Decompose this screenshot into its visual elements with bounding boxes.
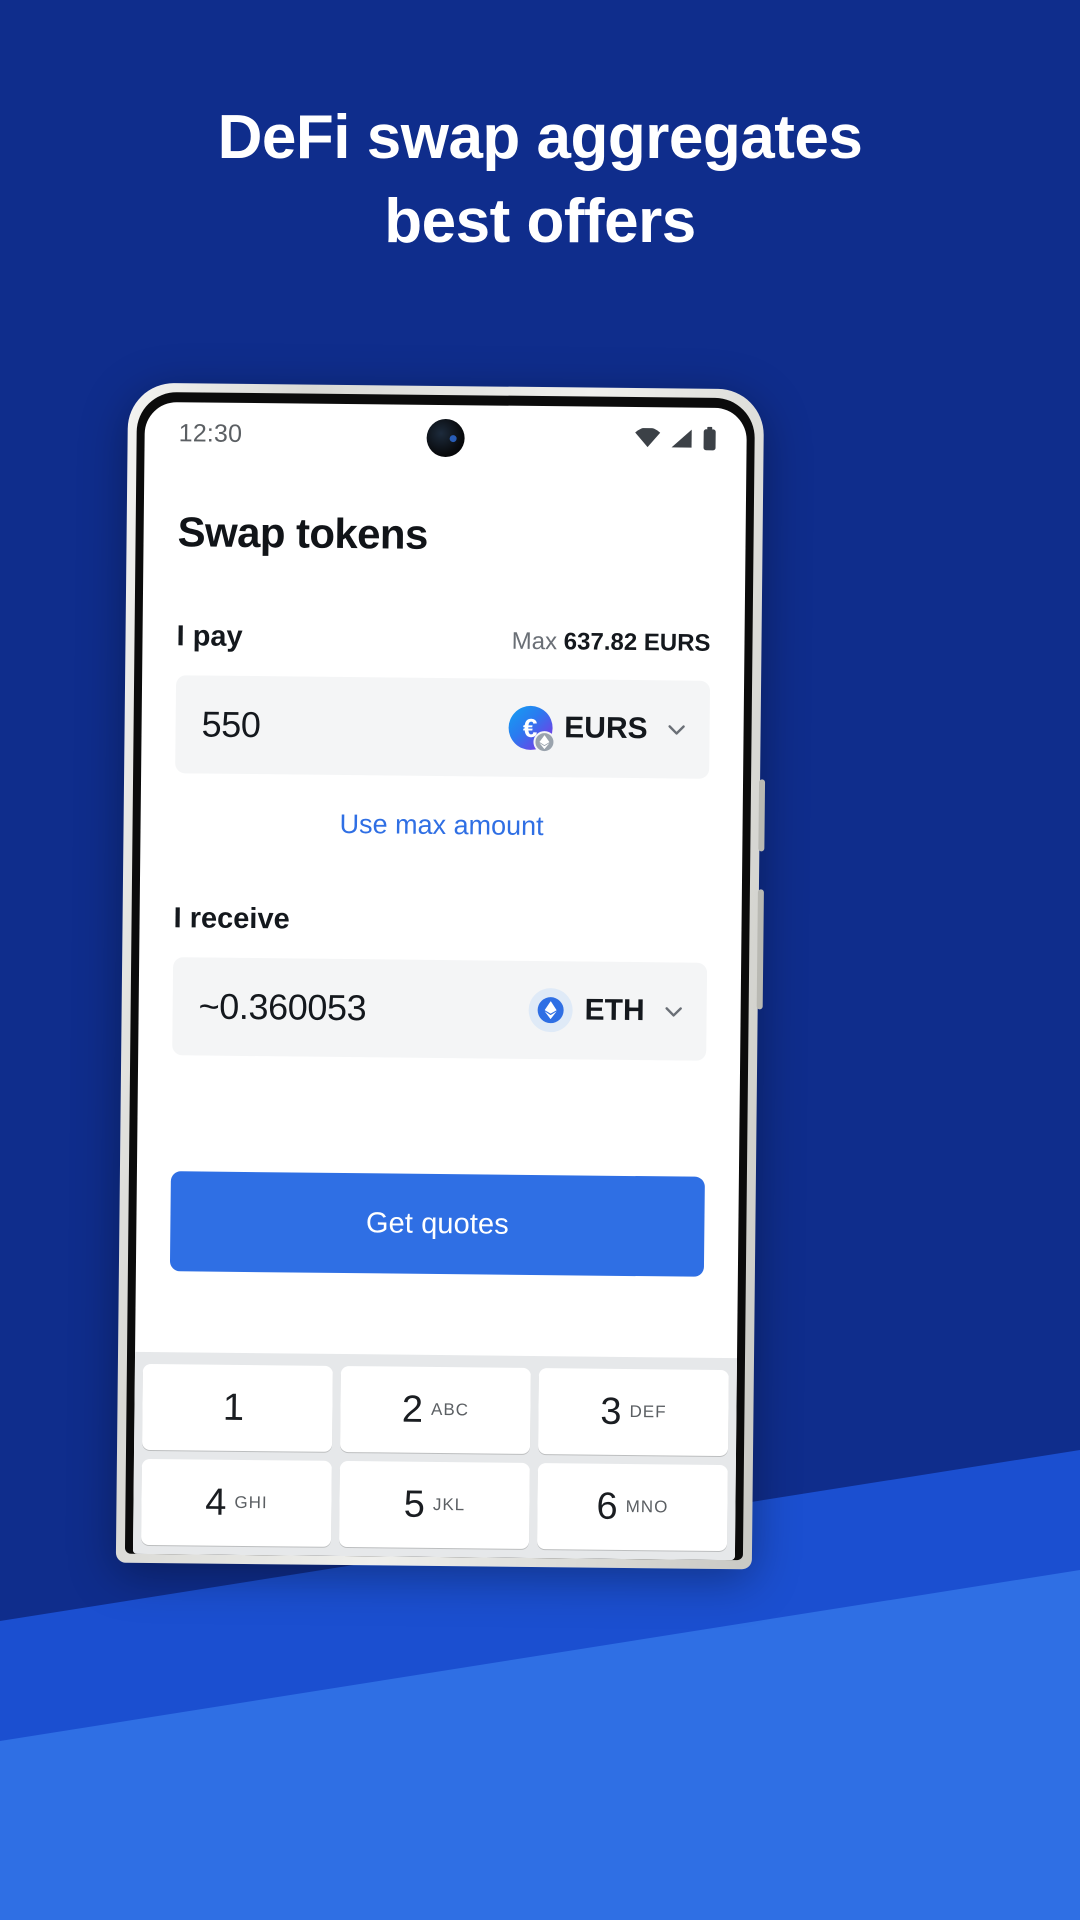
- key-letters: JKL: [432, 1494, 466, 1515]
- key-letters: MNO: [625, 1496, 669, 1517]
- key-number: 4: [205, 1481, 227, 1524]
- phone-side-button-power: [756, 889, 764, 1010]
- eth-coin-icon: [528, 987, 573, 1033]
- max-prefix: Max: [511, 627, 558, 656]
- headline-line-1: DeFi swap aggregates: [217, 103, 863, 172]
- use-max-amount-link[interactable]: Use max amount: [174, 807, 708, 844]
- phone-side-button-volume: [758, 779, 766, 852]
- key-number: 1: [222, 1386, 245, 1429]
- pay-section-header: I pay Max 637.82 EURS: [176, 620, 710, 659]
- key-letters: ABC: [430, 1399, 470, 1420]
- ethereum-diamond-icon: [537, 997, 564, 1024]
- key-number: 2: [401, 1388, 424, 1431]
- receive-input-row[interactable]: ~0.360053 ETH: [172, 957, 708, 1061]
- key-1[interactable]: 1: [142, 1363, 333, 1452]
- key-4[interactable]: 4 GHI: [141, 1458, 332, 1547]
- key-6[interactable]: 6 MNO: [537, 1463, 728, 1552]
- pay-amount-input[interactable]: 550: [201, 703, 260, 746]
- get-quotes-button[interactable]: Get quotes: [169, 1171, 705, 1277]
- status-icons: [635, 426, 717, 451]
- key-letters: GHI: [234, 1492, 268, 1513]
- front-camera-icon: [426, 418, 465, 458]
- keyboard-row: 4 GHI 5 JKL 6 MNO: [141, 1458, 728, 1552]
- headline-line-2: best offers: [384, 187, 696, 257]
- pay-max-balance[interactable]: Max 637.82 EURS: [512, 628, 711, 658]
- receive-token-selector[interactable]: ETH: [528, 987, 687, 1034]
- pay-token-name: EURS: [564, 711, 648, 746]
- status-bar: 12:30: [144, 402, 747, 470]
- key-letters: DEF: [629, 1402, 667, 1422]
- phone-bezel: 12:30 Swap tokens I pay Max 637.82 EURS …: [124, 391, 756, 1561]
- battery-icon: [703, 426, 717, 451]
- chevron-down-icon: [663, 716, 689, 742]
- eurs-coin-icon: €: [508, 705, 556, 754]
- key-number: 5: [403, 1483, 426, 1526]
- pay-token-selector[interactable]: € EURS: [508, 705, 690, 754]
- wifi-icon: [635, 428, 661, 448]
- key-number: 3: [600, 1390, 622, 1433]
- phone-screen: 12:30 Swap tokens I pay Max 637.82 EURS …: [132, 401, 747, 1561]
- marketing-screenshot: DeFi swap aggregates best offers 12:30 S…: [0, 0, 1080, 1920]
- pay-input-row[interactable]: 550 € EURS: [175, 675, 711, 779]
- max-value: 637.82 EURS: [563, 628, 711, 657]
- receive-amount-value: ~0.360053: [198, 985, 367, 1029]
- pay-label: I pay: [176, 620, 243, 653]
- phone-mockup: 12:30 Swap tokens I pay Max 637.82 EURS …: [115, 382, 766, 1570]
- chevron-down-icon: [661, 998, 687, 1024]
- key-number: 6: [596, 1485, 618, 1528]
- receive-token-name: ETH: [584, 993, 645, 1028]
- key-3[interactable]: 3 DEF: [537, 1368, 729, 1457]
- receive-label: I receive: [173, 902, 290, 936]
- swap-screen: Swap tokens I pay Max 637.82 EURS 550 €: [136, 508, 746, 1277]
- receive-section-header: I receive: [173, 902, 707, 941]
- keyboard-row: 1 2 ABC 3 DEF: [142, 1363, 729, 1457]
- cellular-signal-icon: [670, 428, 694, 448]
- page-title: Swap tokens: [177, 508, 429, 558]
- numeric-keyboard[interactable]: 1 2 ABC 3 DEF 4 GHI 5 JKL 6 MNO: [132, 1351, 738, 1561]
- eurs-network-badge-icon: [532, 730, 556, 754]
- status-time: 12:30: [178, 418, 243, 448]
- key-5[interactable]: 5 JKL: [339, 1460, 530, 1549]
- marketing-headline: DeFi swap aggregates best offers: [60, 96, 1020, 265]
- key-2[interactable]: 2 ABC: [340, 1365, 531, 1454]
